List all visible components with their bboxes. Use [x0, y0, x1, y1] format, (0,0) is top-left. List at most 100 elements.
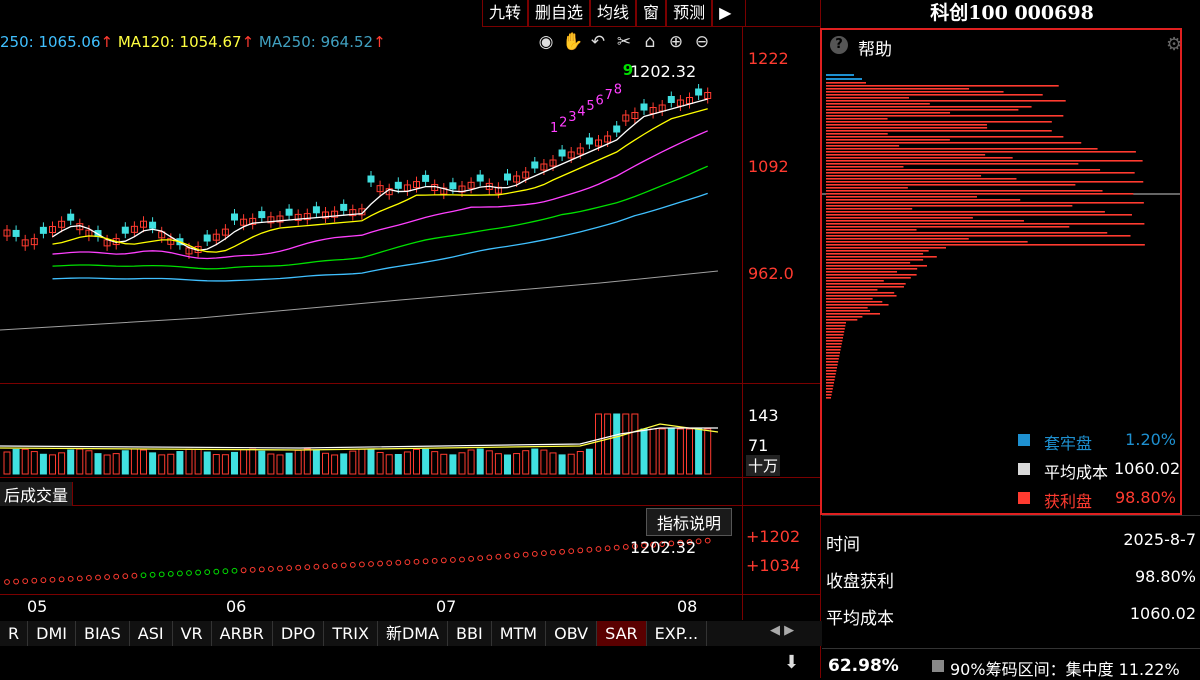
scissors-icon[interactable]: ✂	[614, 31, 634, 53]
sar-dot	[249, 566, 256, 573]
ma120-label: MA120:	[117, 33, 175, 51]
volume-chart[interactable]	[0, 384, 742, 476]
volume-bar	[595, 413, 602, 475]
chip-bar	[826, 232, 1108, 234]
toolbar-collapse-icon[interactable]: ▶	[712, 0, 747, 27]
tab-2[interactable]: BIAS	[76, 621, 130, 646]
eye-icon[interactable]: ◉	[536, 31, 556, 53]
volume-bar	[540, 449, 548, 475]
toolbar-window[interactable]: 窗	[636, 0, 667, 27]
toolbar-remove-watch[interactable]: 删自选	[528, 0, 591, 27]
volume-bar	[349, 450, 357, 475]
tab-3[interactable]: ASI	[130, 621, 173, 646]
gear-icon[interactable]: ⚙	[1166, 34, 1182, 55]
legend-name-0: 套牢盘	[1044, 434, 1093, 453]
chip-bar	[826, 244, 1145, 246]
help-icon[interactable]: ?	[830, 36, 848, 54]
chip-bar	[826, 370, 837, 372]
candle-body	[67, 213, 75, 221]
sar-dot	[595, 546, 602, 552]
help-label[interactable]: 帮助	[858, 35, 892, 60]
candle-body	[285, 208, 293, 216]
sar-axis-1202: +1202	[746, 527, 801, 546]
volume-bar	[704, 428, 712, 475]
chip-bar	[826, 127, 988, 129]
chip-bar	[826, 112, 951, 114]
tab-4[interactable]: VR	[173, 621, 212, 646]
chip-bar-trapped	[826, 74, 854, 76]
chip-bar	[826, 310, 870, 312]
chip-bar	[826, 367, 837, 369]
ma250-label: MA250:	[258, 33, 316, 51]
info-label-2: 平均成本	[826, 609, 894, 629]
sar-dot	[541, 550, 547, 557]
sar-dot	[231, 567, 238, 574]
chip-bar	[826, 295, 897, 297]
tab-1[interactable]: DMI	[28, 621, 76, 646]
toolbar-jiuzhuan[interactable]: 九转	[482, 0, 529, 27]
toolbar-forecast[interactable]: 预测	[666, 0, 713, 27]
sar-dot	[104, 574, 110, 580]
tab-13[interactable]: EXP...	[647, 621, 708, 646]
sar-dot	[186, 570, 192, 576]
volume-bar	[695, 428, 703, 475]
chip-bar	[826, 166, 904, 168]
volume-bar	[194, 448, 202, 475]
chip-bar	[826, 394, 832, 396]
candle-body	[613, 125, 621, 133]
chip-bar	[826, 262, 911, 264]
chip-bar	[826, 97, 910, 99]
sar-dot	[431, 557, 438, 564]
sar-dot	[422, 558, 429, 565]
sar-dot	[40, 577, 47, 584]
chip-bar	[826, 280, 884, 282]
chip-bar	[826, 283, 906, 285]
month-07: 07	[436, 597, 457, 616]
volume-bar	[558, 454, 566, 475]
volume-tab-label[interactable]: 后成交量	[0, 482, 74, 506]
volume-bar	[149, 452, 157, 475]
nine-turn-label-0: 1	[550, 121, 558, 136]
sar-dot	[240, 567, 247, 574]
tab-scroll-arrows[interactable]: ◀ ▶	[770, 623, 818, 644]
chip-bar	[826, 271, 898, 273]
chip-bar	[826, 139, 950, 141]
sar-dot	[440, 557, 447, 564]
info-value-1: 98.80%	[1134, 567, 1196, 586]
chip-bar	[826, 172, 1135, 174]
sar-dot	[368, 561, 374, 567]
chip-bar	[826, 169, 1101, 171]
toolbar-ma[interactable]: 均线	[590, 0, 637, 27]
tab-0[interactable]: R	[0, 621, 29, 646]
volume-bar	[112, 453, 120, 475]
sar-dot	[377, 560, 384, 567]
undo-icon[interactable]: ↶	[588, 31, 608, 53]
candle-body	[231, 213, 238, 221]
tab-8[interactable]: 新DMA	[378, 621, 449, 646]
tab-9[interactable]: BBI	[448, 621, 492, 646]
tab-6[interactable]: DPO	[273, 621, 325, 646]
tab-10[interactable]: MTM	[492, 621, 547, 646]
tab-5[interactable]: ARBR	[212, 621, 273, 646]
volume-bar	[312, 449, 320, 475]
download-icon[interactable]: ⬇	[784, 652, 799, 673]
zoom-in-icon[interactable]: ⊕	[666, 31, 686, 53]
tab-11[interactable]: OBV	[546, 621, 598, 646]
chip-bar	[826, 325, 846, 327]
chip-bar	[826, 106, 1032, 108]
chip-bar	[826, 319, 858, 321]
chip-histogram	[822, 74, 1180, 399]
tab-7[interactable]: TRIX	[324, 621, 378, 646]
legend-swatch-1	[1018, 463, 1030, 475]
candlestick-chart[interactable]: 1 2 3 4 5 6 7 89	[0, 55, 742, 383]
chip-bar	[826, 196, 977, 198]
sar-dot	[304, 564, 311, 571]
volume-bar	[249, 448, 257, 475]
tab-12[interactable]: SAR	[597, 621, 647, 646]
zoom-out-icon[interactable]: ⊖	[692, 31, 712, 53]
hand-icon[interactable]: ✋	[562, 31, 583, 53]
sar-dot	[459, 556, 465, 563]
lock-icon[interactable]: ⌂	[640, 31, 660, 53]
chip-bar	[826, 349, 841, 351]
candle-body	[585, 137, 593, 145]
